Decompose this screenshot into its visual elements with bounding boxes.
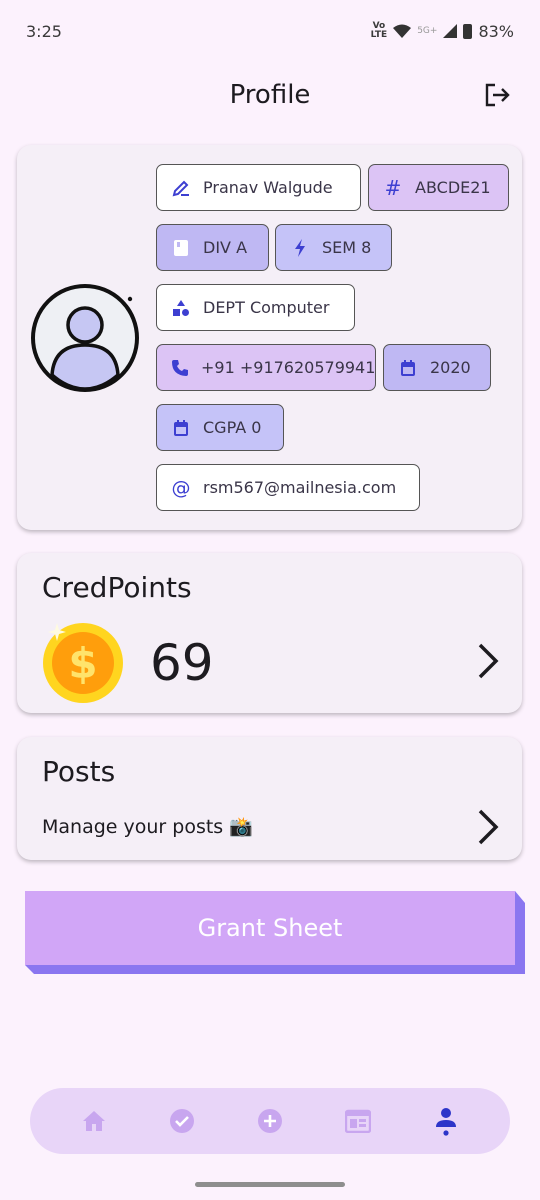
nav-check[interactable]	[162, 1101, 202, 1141]
name-chip: Pranav Walgude	[156, 164, 361, 211]
coin-icon: $	[43, 623, 123, 703]
category-icon	[171, 298, 191, 318]
phone-icon	[171, 358, 189, 378]
nav-add[interactable]	[250, 1101, 290, 1141]
status-bar: 3:25 Vo LTE 5G+ 83%	[0, 0, 540, 62]
avatar-icon	[31, 284, 139, 392]
bolt-icon	[290, 238, 310, 258]
division-text: DIV A	[203, 238, 248, 257]
nav-home[interactable]	[74, 1101, 114, 1141]
home-icon	[83, 1111, 105, 1131]
add-icon	[258, 1109, 282, 1133]
email-chip: @ rsm567@mailnesia.com	[156, 464, 420, 511]
posts-card[interactable]: Posts Manage your posts 📸	[17, 737, 522, 860]
edit-icon	[171, 178, 191, 198]
id-chip: # ABCDE21	[368, 164, 509, 211]
book-icon	[171, 238, 191, 258]
chevron-right-icon[interactable]	[472, 641, 502, 681]
grant-sheet-button[interactable]: Grant Sheet	[25, 891, 515, 965]
department-text: DEPT Computer	[203, 298, 330, 317]
page-title: Profile	[229, 80, 311, 110]
cgpa-chip: CGPA 0	[156, 404, 284, 451]
division-chip: DIV A	[156, 224, 269, 271]
posts-title: Posts	[42, 755, 116, 788]
credpoints-value: 69	[150, 634, 214, 692]
name-text: Pranav Walgude	[203, 178, 333, 197]
grant-shadow	[25, 965, 525, 974]
calendar-icon	[171, 418, 191, 438]
nav-feed[interactable]	[338, 1101, 378, 1141]
id-text: ABCDE21	[415, 178, 491, 197]
nav-profile[interactable]	[426, 1101, 466, 1141]
feed-icon	[345, 1109, 371, 1133]
volte-icon: Vo LTE	[370, 21, 388, 40]
status-icons: Vo LTE 5G+ 83%	[371, 22, 514, 41]
at-icon: @	[171, 476, 191, 499]
chevron-right-icon[interactable]	[472, 807, 502, 847]
posts-subtitle: Manage your posts 📸	[42, 816, 253, 838]
check-icon	[170, 1109, 194, 1133]
grant-shadow	[515, 891, 525, 973]
svg-text:$: $	[68, 639, 97, 688]
hash-icon: #	[384, 175, 402, 200]
credpoints-title: CredPoints	[42, 571, 192, 604]
network-label: 5G+	[417, 26, 438, 36]
email-text: rsm567@mailnesia.com	[203, 478, 397, 497]
home-indicator	[195, 1182, 345, 1187]
signal-icon	[443, 24, 458, 38]
status-time: 3:25	[26, 21, 62, 41]
profile-card: Pranav Walgude # ABCDE21 DIV A SEM 8 DEP…	[17, 145, 522, 530]
cgpa-text: CGPA 0	[203, 418, 262, 437]
semester-chip: SEM 8	[275, 224, 392, 271]
year-text: 2020	[430, 358, 471, 377]
calendar-icon	[398, 358, 418, 378]
header: Profile	[0, 70, 540, 120]
year-chip: 2020	[383, 344, 491, 391]
wifi-icon	[393, 24, 412, 38]
logout-icon[interactable]	[482, 80, 512, 110]
battery-level: 83%	[478, 21, 514, 41]
bottom-nav	[30, 1088, 510, 1154]
profile-icon	[436, 1108, 456, 1136]
semester-text: SEM 8	[322, 238, 372, 257]
battery-icon	[463, 23, 473, 39]
credpoints-card[interactable]: CredPoints $ 69	[17, 553, 522, 713]
phone-text: +91 +917620579941	[201, 358, 376, 377]
department-chip: DEPT Computer	[156, 284, 355, 331]
phone-chip: +91 +917620579941	[156, 344, 376, 391]
